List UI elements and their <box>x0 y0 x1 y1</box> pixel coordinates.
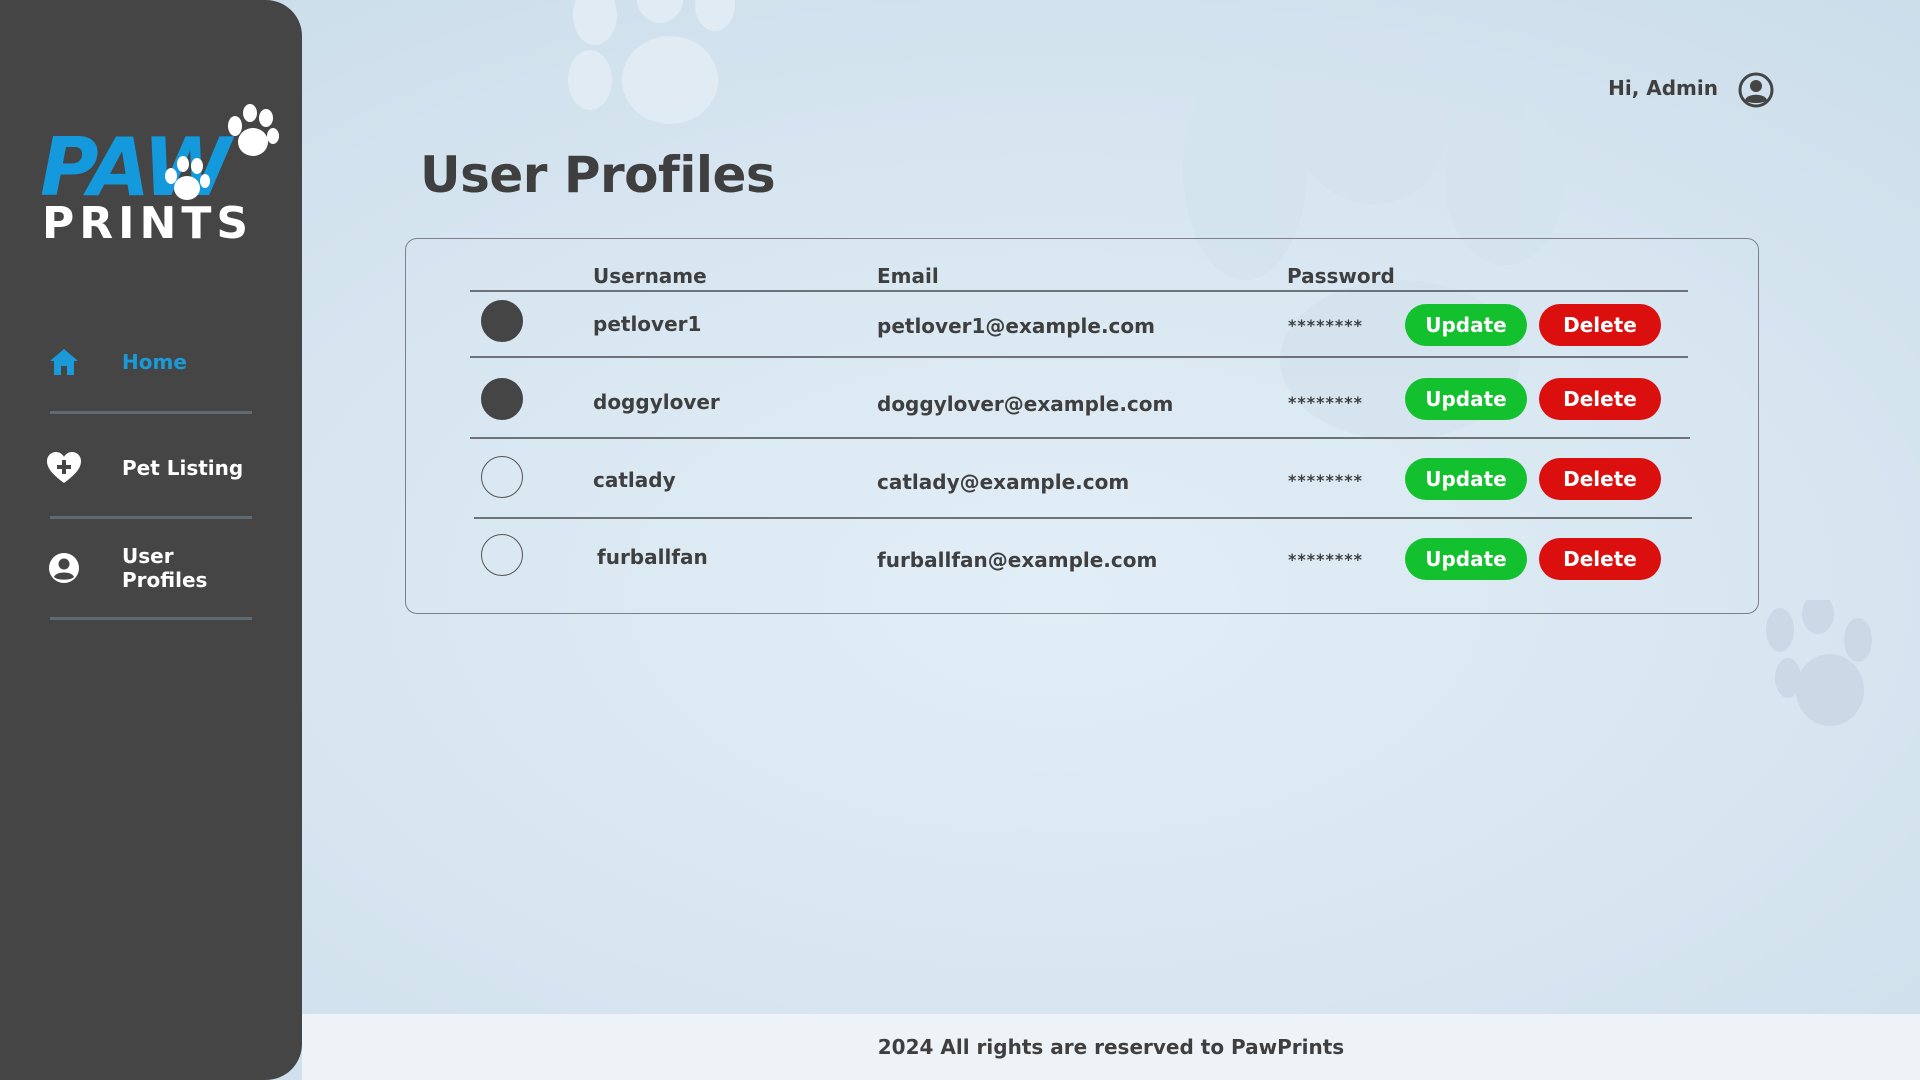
cell-username: doggylover <box>593 390 720 414</box>
delete-button[interactable]: Delete <box>1539 538 1661 580</box>
cell-password: ******** <box>1288 393 1363 412</box>
avatar <box>481 456 523 498</box>
avatar <box>481 534 523 576</box>
update-button[interactable]: Update <box>1405 538 1527 580</box>
cell-username: furballfan <box>597 545 708 569</box>
sidebar: PAW PRINTS Home Pet Listing User Profile… <box>0 0 302 1080</box>
divider <box>470 290 1688 292</box>
paw-icon <box>165 156 210 200</box>
footer-text: 2024 All rights are reserved to PawPrint… <box>877 1035 1345 1059</box>
column-header-username: Username <box>593 264 707 288</box>
delete-button[interactable]: Delete <box>1539 304 1661 346</box>
column-header-password: Password <box>1287 264 1395 288</box>
paw-watermark-icon <box>1766 600 1872 726</box>
cell-email: catlady@example.com <box>877 470 1130 494</box>
divider <box>470 437 1690 439</box>
cell-password: ******** <box>1288 316 1363 335</box>
divider <box>50 411 252 414</box>
sidebar-item-label: User Profiles <box>122 544 208 592</box>
cell-email: doggylover@example.com <box>877 392 1174 416</box>
delete-button[interactable]: Delete <box>1539 458 1661 500</box>
avatar <box>481 378 523 420</box>
brand-logo-bottom: PRINTS <box>42 198 254 249</box>
heart-plus-icon <box>46 450 82 486</box>
paw-icon <box>228 104 279 156</box>
cell-username: petlover1 <box>593 312 702 336</box>
footer: 2024 All rights are reserved to PawPrint… <box>302 1014 1920 1080</box>
user-circle-icon <box>46 550 82 586</box>
divider <box>470 356 1688 358</box>
cell-password: ******** <box>1288 550 1363 569</box>
update-button[interactable]: Update <box>1405 458 1527 500</box>
update-button[interactable]: Update <box>1405 304 1527 346</box>
cell-username: catlady <box>593 468 676 492</box>
sidebar-item-home[interactable]: Home <box>46 337 256 387</box>
cell-email: petlover1@example.com <box>877 314 1155 338</box>
sidebar-item-label: Pet Listing <box>122 456 244 480</box>
divider <box>50 617 252 620</box>
avatar <box>481 300 523 342</box>
divider <box>474 517 1692 519</box>
sidebar-item-user-profiles[interactable]: User Profiles <box>46 543 256 593</box>
update-button[interactable]: Update <box>1405 378 1527 420</box>
greeting-text: Hi, Admin <box>1608 76 1718 100</box>
page-title: User Profiles <box>420 146 776 204</box>
column-header-email: Email <box>877 264 939 288</box>
delete-button[interactable]: Delete <box>1539 378 1661 420</box>
user-circle-icon[interactable] <box>1738 72 1774 108</box>
sidebar-item-pet-listing[interactable]: Pet Listing <box>46 443 256 493</box>
divider <box>50 516 252 519</box>
paw-watermark-icon <box>568 0 735 124</box>
cell-email: furballfan@example.com <box>877 548 1158 572</box>
sidebar-item-label: Home <box>122 350 187 374</box>
home-icon <box>46 344 82 380</box>
cell-password: ******** <box>1288 471 1363 490</box>
brand-logo[interactable]: PAW PRINTS <box>40 104 280 254</box>
